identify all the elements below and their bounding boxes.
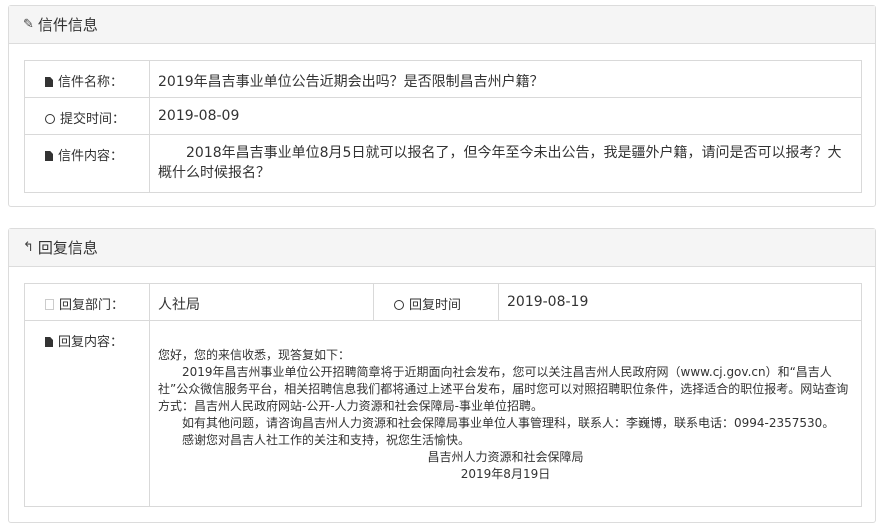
clock-icon bbox=[45, 114, 55, 124]
submit-time-value: 2019-08-09 bbox=[149, 97, 862, 135]
reply-signature-date: 2019年8月19日 bbox=[460, 467, 551, 481]
reply-time-label: 回复时间 bbox=[409, 298, 462, 313]
letter-info-table: 信件名称： 2019年昌吉事业单位公告近期会出吗？是否限制昌吉州户籍？ 提交时间… bbox=[24, 60, 862, 193]
reply-dept-label-cell: 回复部门： bbox=[24, 283, 150, 321]
document-icon bbox=[45, 337, 53, 347]
letter-name-label: 信件名称： bbox=[58, 75, 124, 90]
reply-content-label-cell: 回复内容： bbox=[24, 320, 150, 507]
reply-info-panel: ↰ 回复信息 回复部门： 人社局 回复时间 2019-08-19 回复内容： 您… bbox=[8, 228, 876, 523]
paperclip-icon: ✎ bbox=[23, 17, 34, 32]
letter-info-header: ✎ 信件信息 bbox=[9, 6, 875, 44]
reply-paragraph-2: 如有其他问题，请咨询昌吉州人力资源和社会保障局事业单位人事管理科，联系人：李巍博… bbox=[182, 416, 835, 430]
letter-name-label-cell: 信件名称： bbox=[24, 60, 150, 98]
reply-time-value: 2019-08-19 bbox=[498, 283, 862, 321]
reply-paragraph-1: 2019年昌吉州事业单位公开招聘简章将于近期面向社会发布，您可以关注昌吉州人民政… bbox=[158, 365, 849, 413]
reply-greeting: 您好，您的来信收悉，现答复如下： bbox=[158, 348, 351, 362]
reply-dept-value: 人社局 bbox=[149, 283, 374, 321]
submit-time-label-cell: 提交时间： bbox=[24, 97, 150, 135]
letter-content-label-cell: 信件内容： bbox=[24, 134, 150, 193]
reply-content-body: 您好，您的来信收悉，现答复如下： 2019年昌吉州事业单位公开招聘简章将于近期面… bbox=[149, 320, 862, 507]
letter-info-title: 信件信息 bbox=[37, 16, 98, 34]
reply-info-header: ↰ 回复信息 bbox=[9, 229, 875, 267]
reply-time-label-cell: 回复时间 bbox=[373, 283, 499, 321]
reply-info-title: 回复信息 bbox=[37, 239, 98, 257]
submit-time-label: 提交时间： bbox=[60, 112, 126, 127]
letter-name-value: 2019年昌吉事业单位公告近期会出吗？是否限制昌吉州户籍？ bbox=[149, 60, 862, 98]
document-icon bbox=[45, 77, 53, 87]
reply-dept-label: 回复部门： bbox=[59, 298, 125, 313]
letter-info-panel: ✎ 信件信息 信件名称： 2019年昌吉事业单位公告近期会出吗？是否限制昌吉州户… bbox=[8, 5, 876, 207]
reply-signature-org: 昌吉州人力资源和社会保障局 bbox=[427, 450, 584, 464]
letter-content-value: 2018年昌吉事业单位8月5日就可以报名了，但今年至今未出公告，我是疆外户籍，请… bbox=[149, 134, 862, 193]
reply-info-table: 回复部门： 人社局 回复时间 2019-08-19 回复内容： 您好，您的来信收… bbox=[24, 283, 862, 507]
clock-icon bbox=[394, 300, 404, 310]
reply-content-label: 回复内容： bbox=[58, 335, 124, 350]
letter-content-label: 信件内容： bbox=[58, 149, 124, 164]
building-icon bbox=[45, 299, 54, 310]
reply-paragraph-3: 感谢您对昌吉人社工作的关注和支持，祝您生活愉快。 bbox=[182, 433, 471, 447]
reply-icon: ↰ bbox=[23, 240, 34, 255]
document-icon bbox=[45, 151, 53, 161]
